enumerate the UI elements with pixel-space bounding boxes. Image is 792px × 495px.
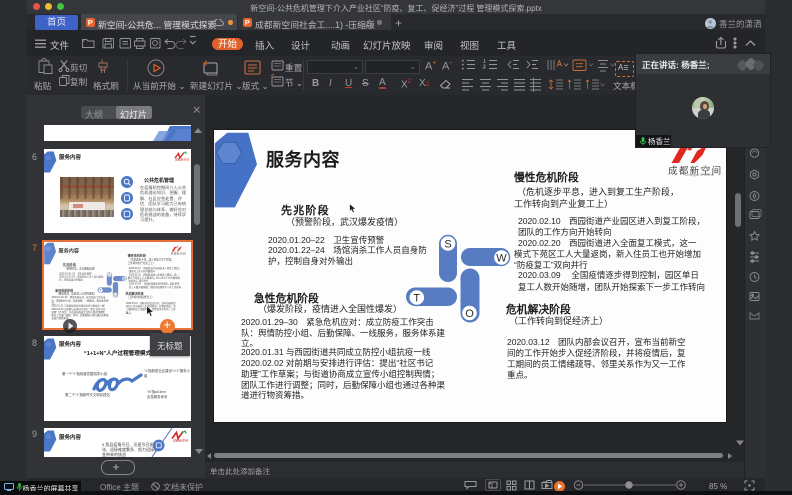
svg-text:W: W [123,277,126,281]
svg-text:T: T [413,293,420,305]
svg-text:T: T [100,288,102,292]
svg-text:W: W [496,253,507,265]
svg-text:O: O [465,308,474,320]
svg-text:成都新空间: 成都新空间 [175,158,189,161]
svg-text:S: S [108,273,110,277]
svg-text:S: S [444,239,451,251]
